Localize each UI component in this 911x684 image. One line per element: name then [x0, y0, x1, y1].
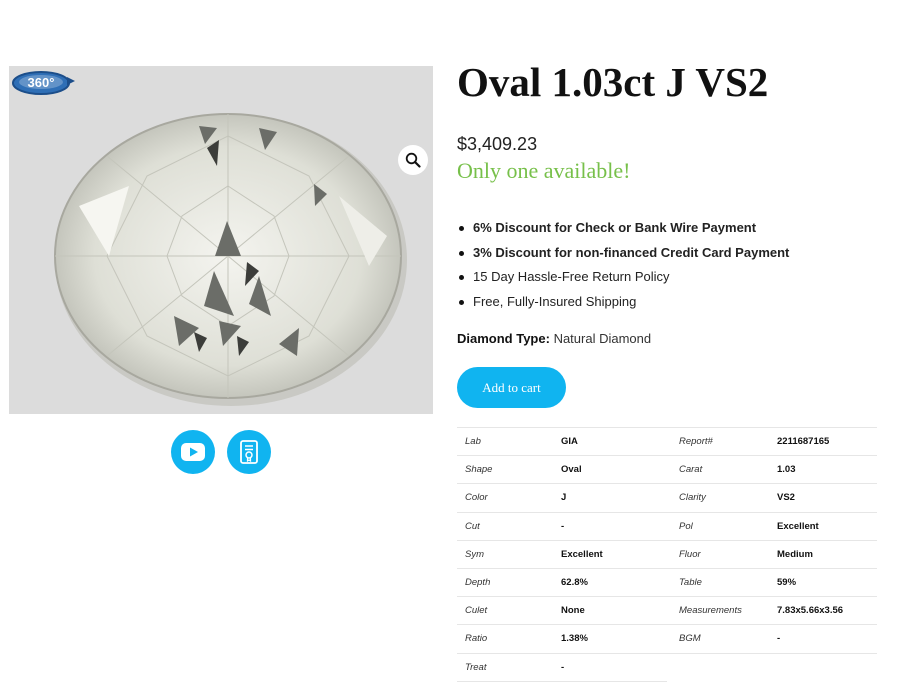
spec-label: Clarity: [679, 492, 706, 504]
magnifier-icon: [405, 152, 421, 168]
spec-value: -: [561, 661, 565, 673]
table-row: Shape Oval Carat 1.03: [457, 456, 877, 485]
spec-value: GIA: [561, 436, 578, 448]
product-image[interactable]: 360°: [9, 66, 433, 414]
add-to-cart-button[interactable]: Add to cart: [457, 367, 566, 408]
table-row: Treat -: [457, 654, 667, 682]
spec-label: Fluor: [679, 548, 701, 560]
spec-value: 2211687165: [777, 436, 830, 448]
spec-label: Measurements: [679, 605, 742, 617]
perks-list: 6% Discount for Check or Bank Wire Payme…: [457, 216, 789, 314]
spec-value: Oval: [561, 464, 582, 476]
spec-value: 1.03: [777, 464, 796, 476]
spec-label: Report#: [679, 436, 713, 448]
zoom-button[interactable]: [398, 145, 428, 175]
perk-item: 3% Discount for non-financed Credit Card…: [457, 241, 789, 266]
stock-status: Only one available!: [457, 158, 631, 183]
spec-value: Excellent: [777, 520, 819, 532]
video-button[interactable]: [171, 430, 215, 474]
spec-label: Ratio: [465, 633, 488, 645]
spec-value: 59%: [777, 577, 797, 589]
spec-label: Depth: [465, 577, 491, 589]
spec-label: Treat: [465, 661, 487, 673]
spec-label: Shape: [465, 464, 493, 476]
table-row: Color J Clarity VS2: [457, 484, 877, 513]
spec-value: -: [561, 520, 565, 532]
spec-value: Medium: [777, 548, 813, 560]
perk-item: Free, Fully-Insured Shipping: [457, 290, 789, 315]
spec-value: 7.83x5.66x3.56: [777, 605, 844, 617]
table-row: Lab GIA Report# 2211687165: [457, 428, 877, 457]
spec-label: Sym: [465, 548, 484, 560]
perk-item: 15 Day Hassle-Free Return Policy: [457, 265, 789, 290]
spec-value: Excellent: [561, 548, 603, 560]
table-row: Culet None Measurements 7.83x5.66x3.56: [457, 597, 877, 626]
spec-value: J: [561, 492, 567, 504]
perk-item: 6% Discount for Check or Bank Wire Payme…: [457, 216, 789, 241]
diamond-type-label: Diamond Type:: [457, 331, 550, 346]
product-title: Oval 1.03ct J VS2: [457, 59, 769, 105]
product-price: $3,409.23: [457, 134, 538, 154]
certificate-icon: [240, 440, 258, 464]
spec-label: Table: [679, 577, 702, 589]
specs-table: Lab GIA Report# 2211687165 Shape Oval Ca…: [457, 427, 877, 682]
diamond-type-value: Natural Diamond: [553, 331, 652, 346]
spec-label: Pol: [679, 520, 693, 532]
spec-value: None: [561, 605, 585, 617]
spec-label: Lab: [465, 436, 481, 448]
table-row: Depth 62.8% Table 59%: [457, 569, 877, 598]
spec-label: Color: [465, 492, 488, 504]
certificate-button[interactable]: [227, 430, 271, 474]
table-row: Sym Excellent Fluor Medium: [457, 541, 877, 569]
diamond-type: Diamond Type: Natural Diamond: [457, 331, 651, 346]
table-row: Cut - Pol Excellent: [457, 513, 877, 541]
spec-value: VS2: [777, 492, 795, 504]
spec-label: Carat: [679, 464, 703, 476]
spec-label: Cut: [465, 520, 480, 532]
table-row: Ratio 1.38% BGM -: [457, 625, 877, 654]
360-badge-text: 360°: [28, 75, 55, 90]
spec-value: -: [777, 633, 781, 645]
360-view-badge[interactable]: 360°: [11, 69, 77, 97]
diamond-image: [9, 66, 433, 414]
spec-value: 62.8%: [561, 577, 588, 589]
spec-label: Culet: [465, 605, 488, 617]
spec-label: BGM: [679, 633, 701, 645]
youtube-play-icon: [181, 443, 205, 461]
spec-value: 1.38%: [561, 633, 588, 645]
